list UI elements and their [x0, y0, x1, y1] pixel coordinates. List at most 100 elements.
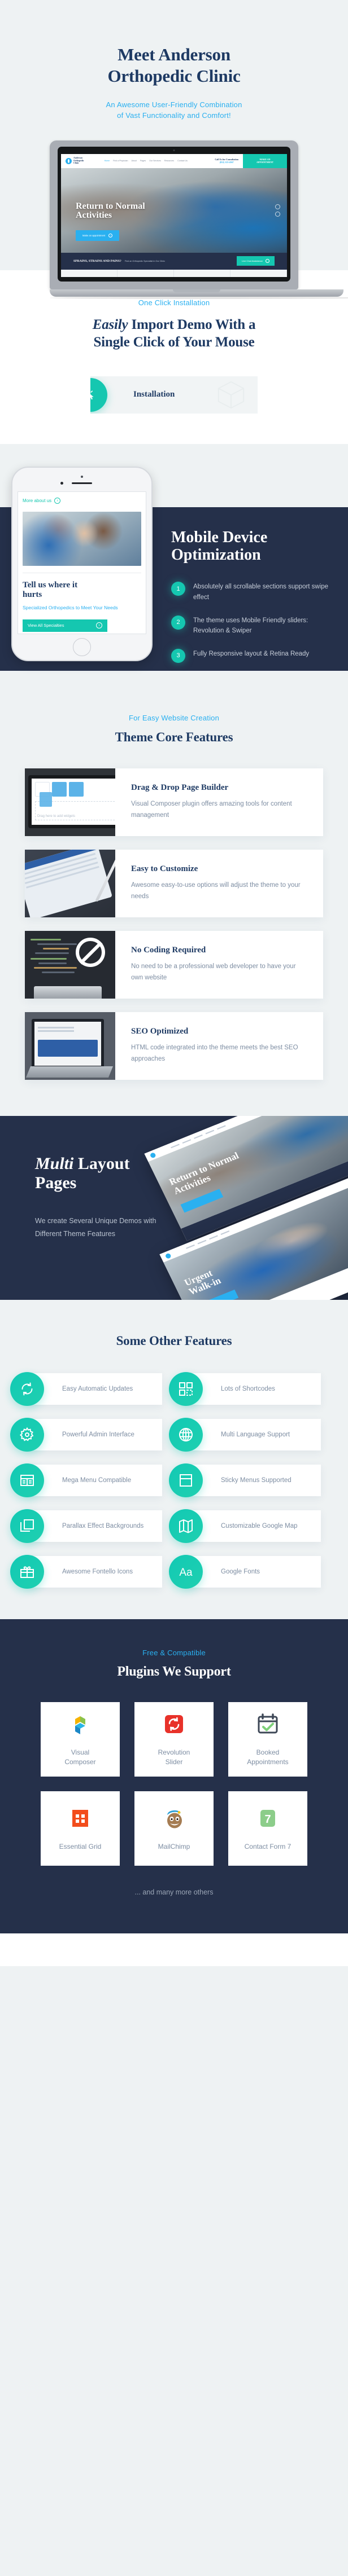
hero-title-line-1: Meet Anderson	[118, 45, 230, 64]
feature-card: Drag here to add widgets Drag & Drop Pag…	[25, 768, 323, 837]
feature-item-multi-language-support[interactable]: Multi Language Support	[169, 1418, 321, 1452]
hero-subtitle-line-2: of Vast Functionality and Comfort!	[117, 111, 231, 120]
list-number-badge: 1	[171, 582, 185, 596]
feature-item-mega-menu-compatible[interactable]: Mega Menu Compatible	[10, 1463, 162, 1498]
feature-item-easy-automatic-updates[interactable]: Easy Automatic Updates	[10, 1372, 162, 1406]
feature-item-customizable-google-map[interactable]: Customizable Google Map	[169, 1509, 321, 1544]
nav-item-contact-us[interactable]: Contact Us	[177, 160, 188, 162]
revolution-slider-logo	[161, 1711, 187, 1740]
phone-mockup: More about us › Tell us where it hurts S…	[11, 466, 153, 661]
plugin-card-contact-form-7[interactable]: 7 Contact Form 7	[228, 1791, 307, 1866]
plugin-name: Revolution Slider	[158, 1748, 190, 1766]
list-item: 1 Absolutely all scrollable sections sup…	[171, 582, 335, 603]
plugin-name: Essential Grid	[59, 1842, 102, 1850]
plugins-section: Free & Compatible Plugins We Support Vis…	[0, 1619, 348, 1933]
slider-dot-1[interactable]	[275, 204, 280, 209]
feature-label: Sticky Menus Supported	[221, 1476, 292, 1484]
feature-label: Awesome Fontello Icons	[62, 1568, 133, 1575]
plugins-grid: Visual Composer Revolution Slider Booked…	[41, 1702, 307, 1866]
arrow-right-circle-icon: ›	[54, 497, 61, 504]
plugins-eyebrow: Free & Compatible	[142, 1649, 206, 1658]
mailchimp-logo	[161, 1805, 187, 1834]
mock-site-nav[interactable]: Home Find a Physician About Pages Our Se…	[105, 160, 188, 162]
nav-item-pages[interactable]: Pages	[140, 160, 146, 162]
feature-card-text: No need to be a professional web develop…	[131, 963, 296, 982]
consultation-number[interactable]: (812) 123-4567	[220, 161, 234, 164]
plugin-card-visual-composer[interactable]: Visual Composer	[41, 1702, 120, 1777]
installation-label: Installation	[133, 390, 175, 399]
feature-card: Easy to Customize Awesome easy-to-use op…	[25, 850, 323, 918]
laptop-camera-icon	[173, 149, 175, 151]
seo-optimized-image	[25, 1012, 115, 1080]
list-item-text: Fully Responsive layout & Retina Ready	[193, 650, 310, 657]
mobile-feature-list: 1 Absolutely all scrollable sections sup…	[171, 582, 335, 663]
installation-title-rest: Import Demo With a	[128, 317, 256, 333]
plugin-card-revolution-slider[interactable]: Revolution Slider	[134, 1702, 214, 1777]
plugin-card-booked-appointments[interactable]: Booked Appointments	[228, 1702, 307, 1777]
feature-item-powerful-admin-interface[interactable]: Powerful Admin Interface	[10, 1418, 162, 1452]
feature-card-title: No Coding Required	[131, 946, 206, 955]
plugins-footnote: ... and many more others	[134, 1888, 214, 1896]
hero-subtitle: An Awesome User-Friendly Combination of …	[0, 99, 348, 121]
nav-item-our-services[interactable]: Our Services	[149, 160, 161, 162]
no-coding-image	[25, 931, 115, 999]
feature-card-title: SEO Optimized	[131, 1027, 189, 1036]
arrow-right-circle-icon: ›	[96, 622, 102, 629]
slider-dots[interactable]	[275, 204, 280, 217]
mega-menu-icon	[10, 1463, 44, 1498]
installation-title-italic: Easily	[92, 317, 128, 333]
more-about-us-link[interactable]: More about us ›	[23, 496, 141, 508]
nav-item-find-physician[interactable]: Find a Physician	[113, 160, 128, 162]
click-cursor-icon	[90, 377, 107, 412]
slider-dot-2[interactable]	[275, 211, 280, 217]
feature-label: Powerful Admin Interface	[62, 1431, 134, 1438]
sticky-menu-icon	[169, 1463, 203, 1498]
feature-label: Mega Menu Compatible	[62, 1476, 132, 1484]
feature-card-title: Drag & Drop Page Builder	[131, 783, 229, 793]
gift-icon	[10, 1555, 44, 1589]
drag-drop-builder-image: Drag here to add widgets	[25, 768, 115, 837]
phone-home-button[interactable]	[73, 638, 91, 656]
laptop-base	[50, 289, 343, 297]
plugin-card-mailchimp[interactable]: MailChimp	[134, 1791, 214, 1866]
plugin-name: Visual Composer	[64, 1748, 96, 1766]
list-number-badge: 2	[171, 615, 185, 630]
installation-title: Easily Import Demo With a Single Click o…	[0, 316, 348, 351]
booked-appointments-logo	[255, 1711, 281, 1740]
landing-page: Meet Anderson Orthopedic Clinic An Aweso…	[0, 0, 348, 1966]
phone-heading: Tell us where it hurts	[23, 580, 78, 600]
feature-item-sticky-menus-supported[interactable]: Sticky Menus Supported	[169, 1463, 321, 1498]
mock-hero-cta-button[interactable]: Make an appointment ›	[76, 230, 120, 241]
feature-label: Parallax Effect Backgrounds	[62, 1522, 144, 1529]
feature-item-lots-of-shortcodes[interactable]: Lots of Shortcodes	[169, 1372, 321, 1406]
multi-title-italic: Multi	[35, 1154, 74, 1173]
mobile-optimization-title: Mobile Device Optimization	[171, 528, 268, 564]
feature-label: Lots of Shortcodes	[221, 1385, 275, 1392]
mock-site-banner: SPRAINS, STRAINS AND PAINS? Find an Orth…	[61, 252, 287, 270]
feature-label: Easy Automatic Updates	[62, 1385, 133, 1392]
plugin-card-essential-grid[interactable]: Essential Grid	[41, 1791, 120, 1866]
easy-customize-image	[25, 850, 115, 918]
view-all-specialties-button[interactable]: View All Specialties ›	[23, 619, 107, 632]
other-features-grid: Easy Automatic Updates Lots of Shortcode…	[10, 1372, 321, 1589]
mock-site-footer	[61, 269, 287, 277]
feature-item-google-fonts[interactable]: Aa Google Fonts	[169, 1555, 321, 1589]
live-chat-button[interactable]: Live Chat Assistance	[236, 256, 275, 266]
make-appointment-button[interactable]: MAKE AN APPOINTMENT	[243, 153, 287, 168]
installation-card[interactable]: Installation	[90, 376, 258, 414]
list-item: 2 The theme uses Mobile Friendly sliders…	[171, 615, 335, 636]
feature-item-awesome-fontello-icons[interactable]: Awesome Fontello Icons	[10, 1555, 162, 1589]
essential-grid-logo	[67, 1805, 93, 1834]
feature-card-text: Visual Composer plugin offers amazing to…	[131, 801, 292, 819]
nav-item-home[interactable]: Home	[105, 160, 110, 162]
feature-item-parallax-effect-backgrounds[interactable]: Parallax Effect Backgrounds	[10, 1509, 162, 1544]
feature-card-text: HTML code integrated into the theme meet…	[131, 1044, 298, 1063]
phone-speaker-icon	[72, 482, 92, 484]
mock-site-header: Anderson Orthopedic Clinic Home Find a P…	[61, 153, 287, 168]
feature-label: Google Fonts	[221, 1568, 260, 1575]
list-number-badge: 3	[171, 648, 185, 663]
nav-item-about[interactable]: About	[132, 160, 137, 162]
hero-title-line-2: Orthopedic Clinic	[107, 65, 241, 86]
plugin-name: MailChimp	[158, 1842, 190, 1850]
nav-item-resources[interactable]: Resources	[164, 160, 174, 162]
